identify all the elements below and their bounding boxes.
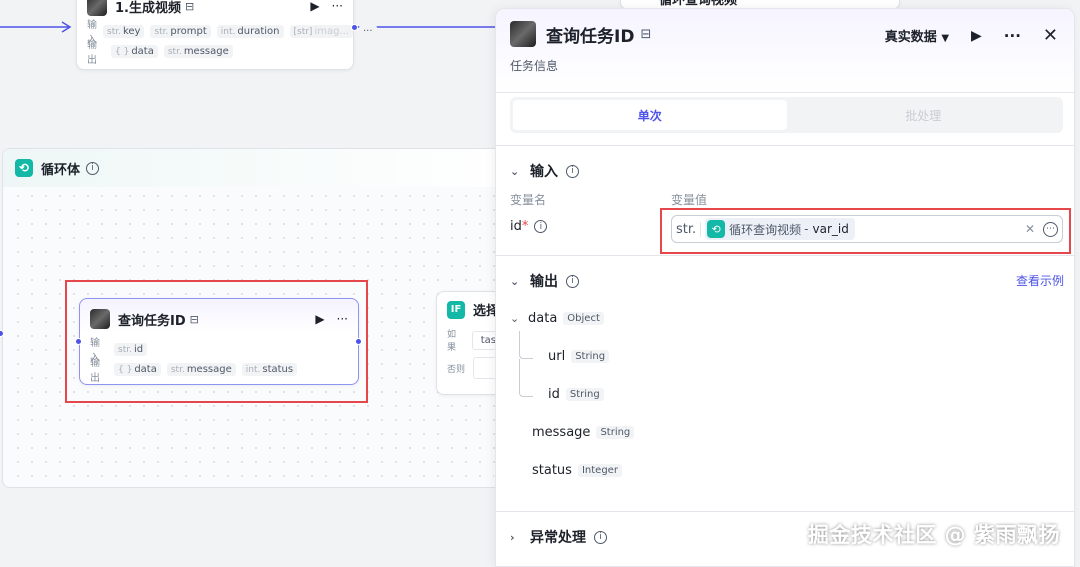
- tree-connector: [519, 331, 533, 359]
- output-label: 输出: [87, 40, 97, 66]
- bookmark-icon: ⊟: [184, 0, 195, 13]
- highlight-box-input: [660, 208, 1071, 254]
- loop-header: ⟲ 循环体 i: [3, 149, 503, 187]
- chevron-down-icon[interactable]: ⌄: [510, 165, 522, 178]
- loop-icon: ⟲: [15, 159, 33, 177]
- node-output-row: 输出 { } data str. message: [77, 40, 353, 66]
- param-tag: str. message: [163, 44, 233, 58]
- param-tag: int. duration: [216, 24, 284, 38]
- output-item: status Integer: [532, 463, 622, 478]
- highlight-box-node: [65, 280, 368, 403]
- node-title: 循环查询视频: [659, 0, 738, 8]
- param-tag: [str] imag...: [289, 24, 353, 38]
- video-thumb-icon: [87, 0, 107, 16]
- section-title: 输出: [530, 274, 558, 290]
- info-icon[interactable]: i: [566, 164, 579, 178]
- node-input-row: 输入 str. key str. prompt int. duration [str]…: [77, 20, 377, 46]
- output-section-header[interactable]: ⌄ 输出 i: [510, 271, 579, 291]
- tree-connector: [519, 359, 533, 397]
- output-item: url String: [548, 349, 610, 364]
- info-icon[interactable]: i: [534, 220, 548, 233]
- chevron-right-icon[interactable]: ›: [510, 531, 522, 544]
- watermark: 掘金技术社区 @ 紫雨飘扬: [807, 523, 1060, 547]
- more-params[interactable]: ···: [358, 24, 377, 38]
- panel-header: 查询任务ID ⊟ 任务信息 真实数据 ▼ ▶ ··· ✕: [496, 9, 1074, 93]
- info-icon[interactable]: i: [566, 274, 579, 288]
- var-name-id: id* i: [510, 219, 548, 234]
- bookmark-icon: ⊟: [640, 26, 652, 42]
- panel-title: 查询任务ID: [546, 26, 635, 47]
- more-icon[interactable]: ···: [332, 0, 343, 13]
- output-item: id String: [548, 387, 604, 402]
- video-thumb-icon: [510, 21, 536, 47]
- param-tag: { } data: [111, 44, 158, 58]
- data-mode-select[interactable]: 真实数据 ▼: [885, 26, 949, 45]
- more-icon[interactable]: ···: [1004, 27, 1021, 45]
- section-title: 输入: [530, 164, 558, 180]
- section-title: 异常处理: [530, 530, 586, 546]
- tab-single[interactable]: 单次: [513, 100, 787, 130]
- caret-down-icon: ▼: [941, 33, 950, 44]
- info-icon[interactable]: i: [594, 530, 607, 544]
- exception-section-header[interactable]: › 异常处理 i: [510, 527, 607, 547]
- tab-batch[interactable]: 批处理: [787, 100, 1061, 130]
- info-icon[interactable]: i: [86, 161, 100, 175]
- node-title: 1.生成视频: [115, 0, 181, 16]
- run-mode-tabs: 单次 批处理: [510, 97, 1063, 133]
- else-label: 否则: [447, 364, 466, 375]
- run-icon[interactable]: ▶: [971, 28, 982, 44]
- node-generate-video[interactable]: 1.生成视频 ⊟ ▶ ··· 输入 str. key str. prompt int…: [76, 0, 377, 70]
- col-var-value: 变量值: [671, 193, 708, 207]
- output-item: ⌄ data Object: [510, 311, 604, 326]
- input-section-header[interactable]: ⌄ 输入 i: [510, 161, 579, 181]
- col-var-name: 变量名: [510, 193, 547, 207]
- param-tag: str. prompt: [150, 24, 211, 38]
- chevron-down-icon[interactable]: ⌄: [510, 275, 522, 288]
- chevron-down-icon[interactable]: ⌄: [510, 312, 522, 325]
- close-icon[interactable]: ✕: [1043, 25, 1058, 46]
- output-item: message String: [532, 425, 635, 440]
- output-port[interactable]: [351, 24, 358, 31]
- if-label: 如果: [447, 330, 457, 353]
- play-icon[interactable]: ▶: [310, 0, 319, 13]
- node-detail-panel: 查询任务ID ⊟ 任务信息 真实数据 ▼ ▶ ··· ✕ 单次 批处理 ⌄ 输入…: [495, 8, 1075, 567]
- loop-title: 循环体: [41, 162, 81, 178]
- view-example-link[interactable]: 查看示例: [1016, 272, 1064, 289]
- if-icon: IF: [447, 300, 465, 319]
- panel-subtitle: 任务信息: [510, 59, 559, 73]
- param-tag: str. key: [103, 24, 145, 38]
